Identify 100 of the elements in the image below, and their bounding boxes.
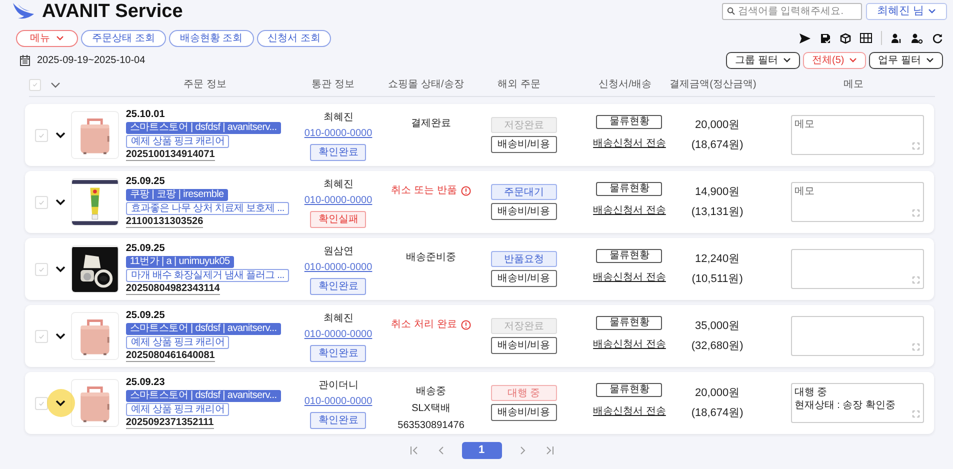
resize-handle-icon[interactable] [912,209,920,217]
memo-field[interactable] [791,316,924,356]
logistics-status-button[interactable]: 물류현황 [596,249,662,263]
send-application-link[interactable]: 배송신청서 전송 [593,337,666,352]
shipping-fee-button[interactable]: 배송비/비용 [490,404,557,421]
overseas-order-button[interactable]: 주문대기 [490,184,557,200]
store-tag: 스마트스토어 | dsfdsf | avanitserv... [126,122,281,134]
row-checkbox[interactable] [35,330,48,342]
overseas-order-button[interactable]: 반품요청 [490,251,557,267]
expand-chevron-icon[interactable] [55,198,66,206]
order-date: 25.09.23 [126,377,165,389]
customer-name: 최혜진 [323,312,354,326]
shop-status: 취소 처리 완료 [391,318,457,332]
product-tag: 예제 상품 핑크 캐리어 [126,336,230,349]
send-application-link[interactable]: 배송신청서 전송 [593,270,666,285]
row-checkbox[interactable] [35,128,48,142]
expand-chevron-icon[interactable] [55,332,66,340]
row-checkbox[interactable] [35,262,48,276]
resize-handle-icon[interactable] [912,410,920,418]
logistics-status-button[interactable]: 물류현황 [596,383,662,397]
memo-field[interactable] [791,249,924,289]
user-add-icon[interactable] [891,32,902,44]
memo-field[interactable]: 메모 [791,182,924,222]
shipping-fee-button[interactable]: 배송비/비용 [490,136,557,153]
expand-chevron-icon[interactable] [55,131,66,139]
customs-status-button[interactable]: 확인완료 [310,344,366,362]
nav-tab[interactable]: 배송현황 조회 [168,30,254,46]
phone-link[interactable]: 010-0000-0000 [304,192,372,208]
row-checkbox[interactable] [35,196,48,208]
shipping-fee-button[interactable]: 배송비/비용 [490,337,557,354]
search-field[interactable]: 검색어를 입력해주세요. [722,2,862,20]
send-icon[interactable] [799,32,811,44]
order-date: 25.09.25 [126,243,165,255]
menu-button[interactable]: 메뉴 [16,30,78,46]
customs-status-button[interactable]: 확인완료 [310,412,366,428]
select-all-checkbox[interactable] [29,78,41,90]
column-header: 해외 주문 [498,78,540,92]
nav-tab[interactable]: 신청서 조회 [256,30,332,46]
order-number: 20250804982343114 [126,283,220,295]
phone-link[interactable]: 010-0000-0000 [304,326,372,342]
filter-dropdown[interactable]: 업무 필터 [869,52,943,68]
store-tag: 스마트스토어 | dsfdsf | avanitserv... [126,323,281,335]
customs-status-button[interactable]: 확인완료 [310,278,366,294]
row-checkbox[interactable] [35,396,48,410]
column-header: 결제금액(정산금액) [670,78,756,92]
refresh-icon[interactable] [932,32,943,44]
order-date: 25.09.25 [126,176,165,188]
phone-link[interactable]: 010-0000-0000 [304,260,372,274]
user-settings-icon[interactable] [911,32,923,44]
caret-icon [56,35,64,41]
expand-all-icon[interactable] [50,80,61,88]
resize-handle-icon[interactable] [912,343,920,351]
memo-field[interactable]: 대행 중 현재상태 : 송장 확인중 [791,383,924,423]
last-page-icon[interactable] [544,446,554,455]
expand-chevron-icon[interactable] [55,265,66,273]
send-application-link[interactable]: 배송신청서 전송 [593,404,666,419]
filter-dropdown[interactable]: 전체(5) [802,52,866,68]
product-tag: 예제 상품 핑크 캐리어 [126,135,230,148]
logistics-status-button[interactable]: 물류현황 [596,115,662,129]
table-icon[interactable] [860,33,872,43]
date-range: 2025-09-19~2025-10-04 [37,54,146,68]
memo-field[interactable]: 메모 [791,115,924,155]
column-header: 통관 정보 [312,78,354,92]
order-number: 2025092371352111 [126,417,214,429]
resize-handle-icon[interactable] [912,276,920,284]
customs-status-button[interactable]: 확인완료 [310,144,366,160]
box-icon[interactable] [840,32,851,44]
shop-status: 배송중 [416,385,446,399]
settlement-amount: (18,674원) [691,138,744,153]
expand-chevron-icon[interactable] [55,399,66,407]
send-application-link[interactable]: 배송신청서 전송 [593,136,666,151]
shipping-fee-button[interactable]: 배송비/비용 [490,270,557,287]
page-button[interactable]: 1 [462,442,502,459]
resize-handle-icon[interactable] [912,142,920,150]
first-page-icon[interactable] [410,446,420,455]
column-header: 메모 [844,78,864,92]
product-tag: 예제 상품 핑크 캐리어 [126,403,230,416]
alert-icon [460,320,471,330]
previous-page-icon[interactable] [438,446,444,455]
filter-dropdown[interactable]: 그룹 필터 [726,52,800,68]
logistics-status-button[interactable]: 물류현황 [596,316,662,330]
order-number: 21100131303526 [126,216,204,228]
nav-tab[interactable]: 주문상태 조회 [81,30,166,46]
phone-link[interactable]: 010-0000-0000 [304,394,372,408]
tracking-info: SLX택배 [412,402,450,416]
shop-status: 취소 또는 반품 [391,184,457,198]
customer-name: 원삼연 [323,244,354,258]
save-icon[interactable] [820,32,831,44]
logistics-status-button[interactable]: 물류현황 [596,182,662,196]
payment-amount: 35,000원 [695,318,740,334]
customs-status-button[interactable]: 확인실패 [310,210,366,228]
caret-icon [928,8,936,14]
column-header: 신청서/배송 [598,78,652,92]
next-page-icon[interactable] [520,446,526,455]
user-menu-button[interactable]: 최혜진 님 [866,2,947,20]
phone-link[interactable]: 010-0000-0000 [304,126,372,140]
send-application-link[interactable]: 배송신청서 전송 [593,203,666,218]
payment-amount: 20,000원 [695,386,740,400]
shipping-fee-button[interactable]: 배송비/비용 [490,203,557,220]
product-tag: 효과좋은 나무 상처 치료제 보호제 ... [126,202,290,215]
